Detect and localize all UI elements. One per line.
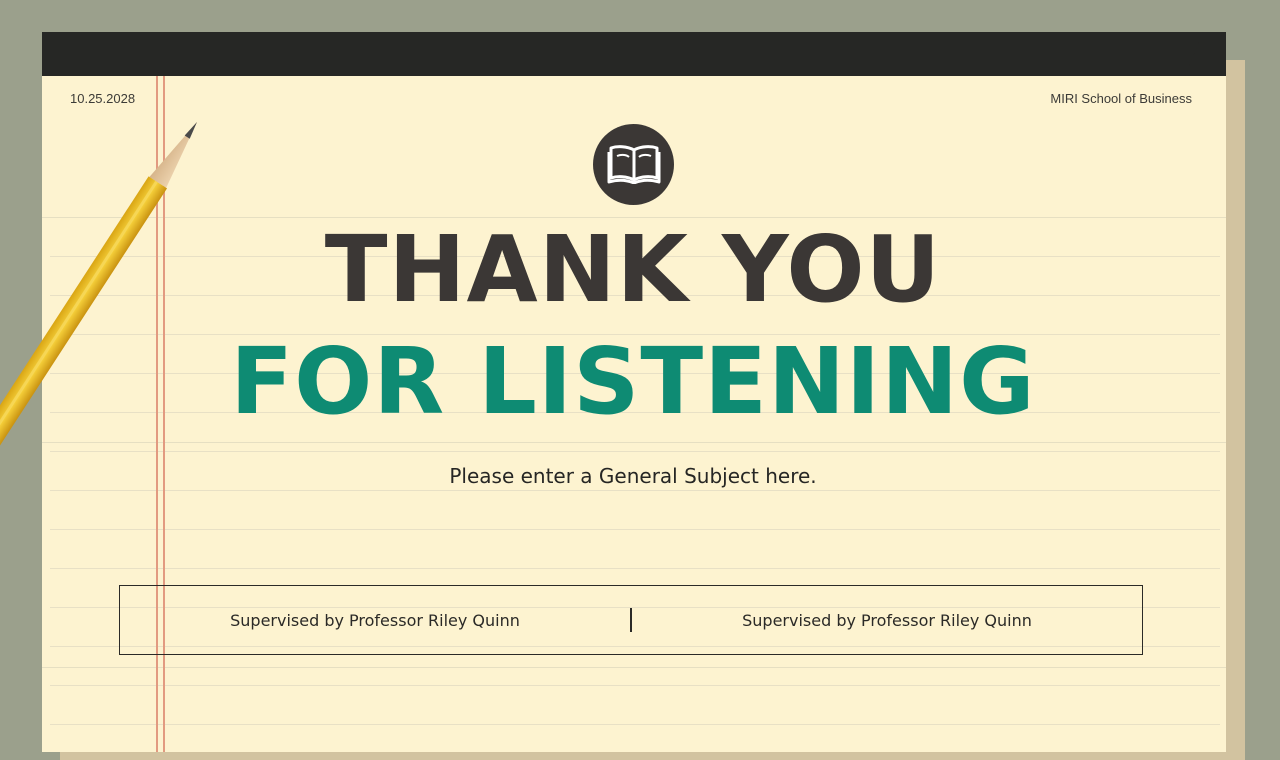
school-name: MIRI School of Business xyxy=(1050,91,1192,106)
open-book-icon xyxy=(607,142,661,188)
pencil-icon xyxy=(0,122,197,520)
supervisor-right: Supervised by Professor Riley Quinn xyxy=(742,610,1032,630)
supervisor-box: Supervised by Professor Riley Quinn Supe… xyxy=(119,585,1143,655)
book-badge xyxy=(593,124,674,205)
binding-fold xyxy=(1185,32,1203,76)
supervisor-left: Supervised by Professor Riley Quinn xyxy=(230,610,520,630)
